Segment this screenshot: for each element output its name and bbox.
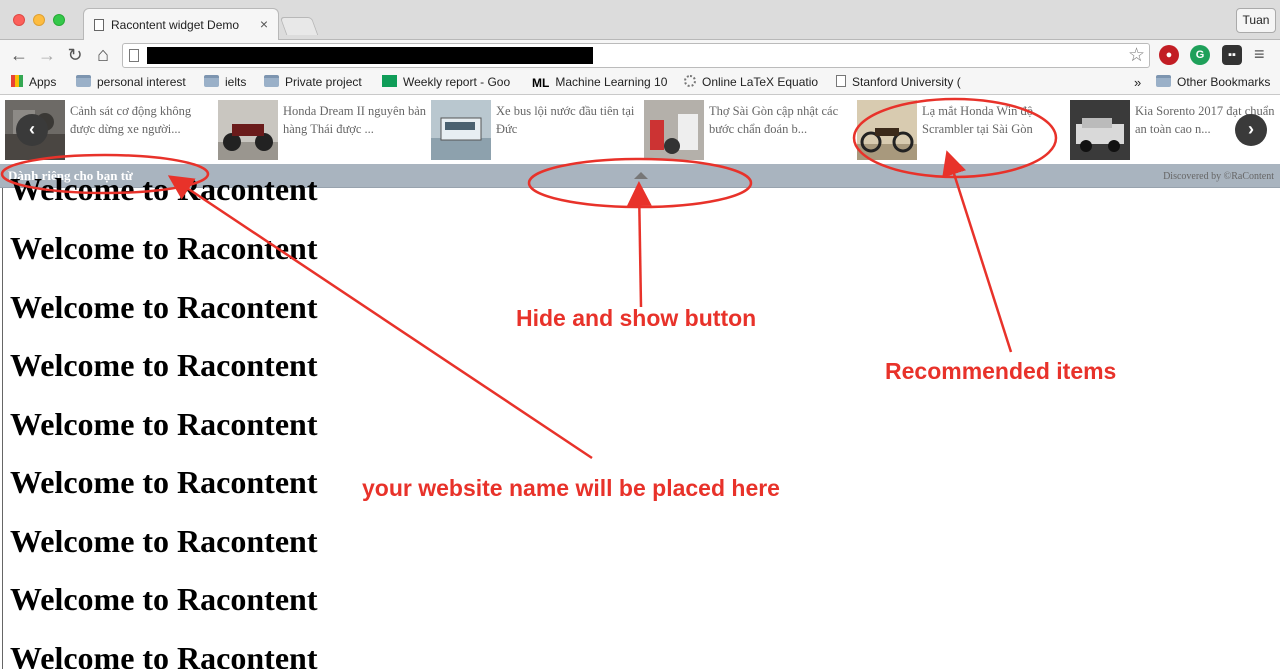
bookmark-star-icon[interactable]: ☆ [1128, 44, 1145, 67]
page-heading: Welcome to Racontent [10, 289, 318, 325]
sheets-icon [382, 75, 397, 87]
page-icon [836, 75, 846, 87]
bookmark-label: ielts [225, 75, 247, 89]
recommended-item-title: Xe bus lội nước đầu tiên tại Đức [496, 104, 635, 136]
bookmark-apps[interactable]: Apps [11, 75, 56, 89]
extension-icon[interactable]: ● [1159, 45, 1179, 65]
page-heading: Welcome to Racontent [10, 347, 318, 383]
article-thumbnail [431, 100, 491, 160]
folder-icon [1156, 75, 1171, 87]
article-thumbnail [218, 100, 278, 160]
redacted-url[interactable] [147, 47, 593, 64]
annotation-recommended-label: Recommended items [885, 358, 1117, 384]
address-bar[interactable]: ☆ [122, 43, 1150, 68]
recommended-item-title: Thợ Sài Gòn cập nhật các bước chẩn đoán … [709, 104, 839, 136]
bookmark-stanford[interactable]: Stanford University ( [836, 75, 968, 89]
hide-show-toggle-button[interactable] [634, 172, 648, 179]
bookmark-label: Other Bookmarks [1177, 75, 1271, 89]
back-icon[interactable]: ← [8, 44, 30, 66]
home-icon[interactable]: ⌂ [92, 44, 114, 66]
page-heading: Welcome to Racontent [10, 464, 318, 500]
recommended-item-title: Honda Dream II nguyên bản hàng Thái được… [283, 104, 427, 136]
apps-grid-icon [11, 75, 23, 87]
bookmark-label: personal interest [97, 75, 186, 89]
bookmark-other[interactable]: Other Bookmarks [1156, 75, 1270, 89]
page-icon [129, 49, 139, 62]
tab-title: Racontent widget Demo [111, 18, 240, 32]
bookmark-label: Machine Learning 10 [555, 75, 667, 89]
tab-close-icon[interactable]: × [260, 16, 268, 32]
page-edge-line [2, 188, 3, 669]
article-thumbnail [644, 100, 704, 160]
bookmark-label: Stanford University ( [852, 75, 961, 89]
window-close-button[interactable] [13, 14, 25, 26]
carousel-prev-button[interactable]: ‹ [16, 114, 48, 146]
page-icon [94, 19, 104, 31]
bookmark-private-project[interactable]: Private project [264, 75, 362, 89]
bookmarks-bar: Apps personal interest ielts Private pro… [0, 71, 1280, 95]
annotation-arrow-toggle [626, 181, 652, 308]
bookmark-online-latex[interactable]: Online LaTeX Equatio [684, 75, 822, 89]
page-heading: Welcome to Racontent [10, 523, 318, 559]
page-heading: Welcome to Racontent [10, 406, 318, 442]
folder-icon [76, 75, 91, 87]
bookmark-ielts[interactable]: ielts [204, 75, 246, 89]
bookmarks-overflow-button[interactable]: » [1134, 75, 1141, 90]
carousel-next-button[interactable]: › [1235, 114, 1267, 146]
new-tab-button[interactable] [279, 17, 319, 35]
page-heading: Welcome to Racontent [10, 230, 318, 266]
article-thumbnail [857, 100, 917, 160]
window-maximize-button[interactable] [53, 14, 65, 26]
bookmark-personal-interest[interactable]: personal interest [76, 75, 186, 89]
page-heading: Welcome to Racontent [10, 640, 318, 669]
discovered-by-credit: Discovered by ©RaContent [1163, 171, 1274, 182]
recommended-item[interactable]: Honda Dream II nguyên bản hàng Thái được… [218, 100, 428, 160]
grammarly-icon[interactable]: G [1190, 45, 1210, 65]
bookmark-label: Weekly report - Goo [403, 75, 511, 89]
bookmark-machine-learning[interactable]: ML Machine Learning 10 [532, 75, 667, 89]
annotation-hide-show-label: Hide and show button [516, 305, 757, 331]
page-heading: Welcome to Racontent [10, 581, 318, 617]
extension-icon[interactable]: ▪▪ [1222, 45, 1242, 65]
folder-icon [264, 75, 279, 87]
bookmark-label: Apps [29, 75, 57, 89]
recommended-item-title: Cảnh sát cơ động không được dừng xe ngườ… [70, 104, 192, 136]
browser-titlebar: Racontent widget Demo × Tuan [0, 0, 1280, 40]
folder-icon [204, 75, 219, 87]
page-heading: Welcome to Racontent [10, 171, 318, 207]
recommended-item[interactable]: Xe bus lội nước đầu tiên tại Đức [431, 100, 641, 160]
ml-icon: ML [532, 76, 550, 89]
reload-icon[interactable]: ↻ [64, 44, 86, 66]
gear-icon [684, 75, 696, 87]
window-minimize-button[interactable] [33, 14, 45, 26]
recommendation-widget: Cảnh sát cơ động không được dừng xe ngườ… [0, 96, 1280, 164]
browser-tab-active[interactable]: Racontent widget Demo × [83, 8, 279, 40]
recommended-item[interactable]: Lạ mắt Honda Win độ Scrambler tại Sài Gò… [857, 100, 1067, 160]
profile-button[interactable]: Tuan [1236, 8, 1276, 33]
menu-icon[interactable]: ≡ [1254, 44, 1265, 65]
bookmark-weekly-report[interactable]: Weekly report - Goo [382, 75, 517, 89]
recommended-item-title: Lạ mắt Honda Win độ Scrambler tại Sài Gò… [922, 104, 1034, 136]
forward-icon[interactable]: → [36, 44, 58, 66]
bookmark-label: Private project [285, 75, 362, 89]
annotation-website-name-label: your website name will be placed here [362, 475, 780, 501]
recommended-item[interactable]: Thợ Sài Gòn cập nhật các bước chẩn đoán … [644, 100, 854, 160]
bookmark-label: Online LaTeX Equatio [702, 75, 819, 89]
article-thumbnail [1070, 100, 1130, 160]
browser-toolbar: ← → ↻ ⌂ ☆ ● G ▪▪ ≡ [0, 40, 1280, 71]
